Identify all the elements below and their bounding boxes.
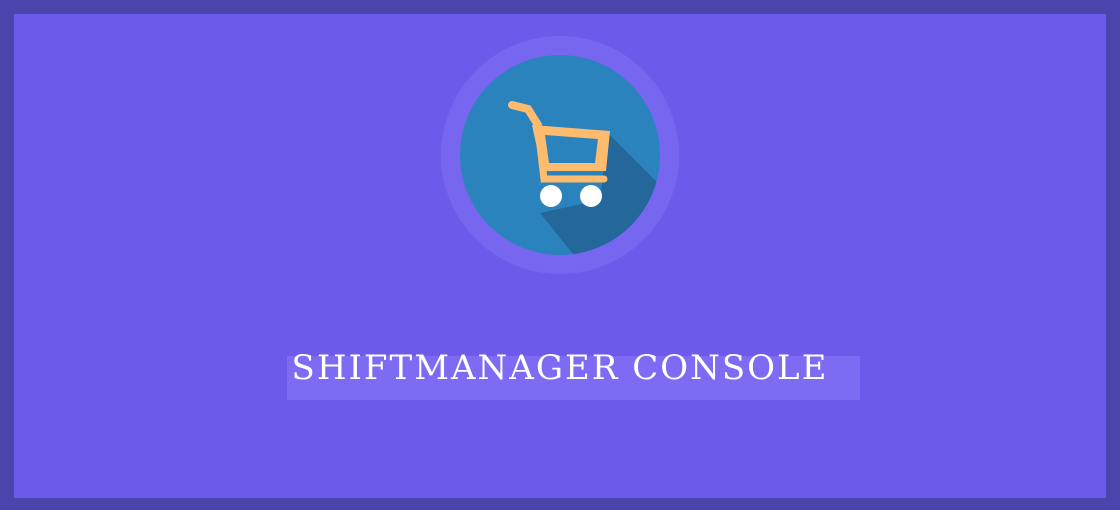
splash-panel: SHIFTMANAGER CONSOLE (14, 14, 1106, 498)
page-title: SHIFTMANAGER CONSOLE (291, 348, 829, 388)
cart-wheel-right (580, 185, 602, 207)
cart-wheel-left (540, 185, 562, 207)
shopping-cart-icon (460, 55, 660, 255)
app-frame: SHIFTMANAGER CONSOLE (0, 0, 1120, 510)
title-area: SHIFTMANAGER CONSOLE (14, 346, 1106, 406)
cart-basket-inner (545, 135, 598, 163)
logo-ring (441, 36, 679, 274)
